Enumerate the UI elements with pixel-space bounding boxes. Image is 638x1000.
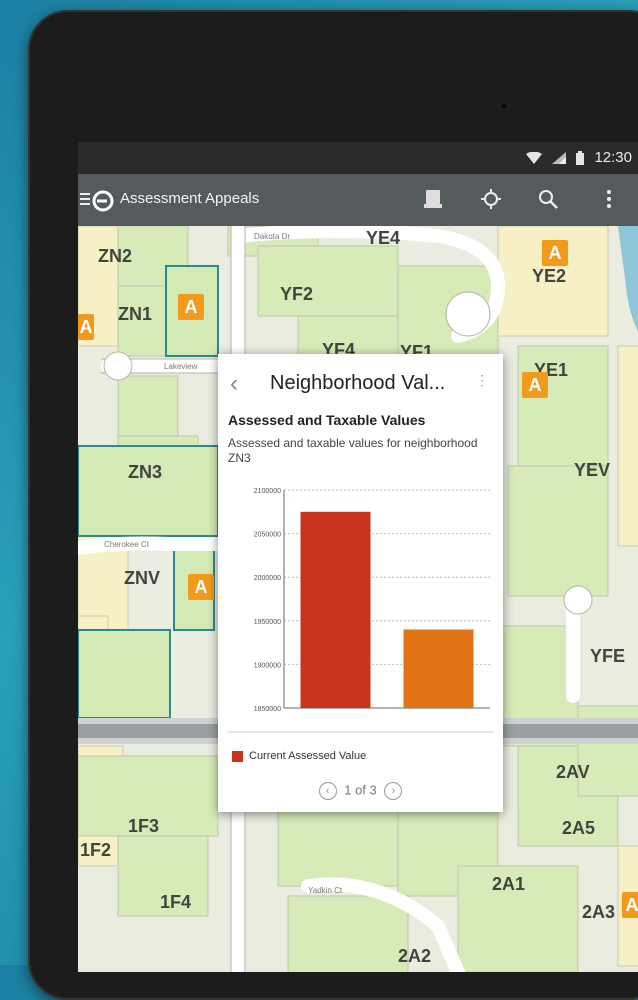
legend-swatch bbox=[232, 750, 243, 762]
appeal-marker[interactable]: A bbox=[78, 314, 94, 340]
appeal-marker[interactable]: A bbox=[622, 892, 638, 918]
parcel-label: YE2 bbox=[532, 266, 567, 286]
status-time: 12:30 bbox=[594, 149, 632, 166]
parcel-label: 2A1 bbox=[492, 874, 526, 894]
y-tick-label: 1950000 bbox=[254, 619, 281, 626]
parcel-label: YEV bbox=[574, 460, 611, 480]
next-icon[interactable]: › bbox=[384, 782, 403, 800]
y-tick-label: 2100000 bbox=[254, 488, 281, 495]
y-tick-label: 2050000 bbox=[254, 532, 281, 539]
battery-icon bbox=[576, 150, 585, 165]
locate-icon[interactable] bbox=[480, 188, 502, 210]
popup-pager: ‹ 1 of 3 › bbox=[218, 782, 503, 800]
popup-title: Neighborhood Val... bbox=[270, 372, 446, 394]
parcel-label: YE4 bbox=[366, 228, 401, 248]
appeal-marker[interactable]: A bbox=[522, 372, 548, 398]
y-tick-label: 1900000 bbox=[254, 662, 281, 669]
y-tick-label: 2000000 bbox=[254, 575, 281, 582]
appeal-marker[interactable]: A bbox=[542, 240, 568, 266]
street-label: Cherokee Ct bbox=[104, 540, 149, 549]
parcel-label: 2A5 bbox=[562, 818, 596, 838]
signal-icon bbox=[552, 151, 567, 164]
assessed-values-chart: 1850000 1900000 1950000 2000000 2050000 21000… bbox=[228, 488, 493, 733]
appeal-marker[interactable]: A bbox=[188, 574, 214, 600]
popup-overflow-icon[interactable]: ⋮ bbox=[475, 372, 489, 389]
legend-label: Current Assessed Value bbox=[249, 750, 367, 762]
chart-description: Assessed and taxable values for neighbor… bbox=[228, 436, 478, 465]
parcel-label: 1F2 bbox=[80, 840, 112, 860]
parcel-label: ZN3 bbox=[128, 462, 163, 482]
back-icon[interactable]: ‹ bbox=[230, 370, 238, 398]
street-label: Lakeview bbox=[164, 362, 198, 371]
status-bar: 12:30 bbox=[78, 142, 638, 174]
app-logo-icon bbox=[92, 190, 114, 212]
wifi-icon bbox=[526, 151, 543, 164]
front-camera bbox=[499, 101, 509, 111]
parcel-label: ZNV bbox=[124, 568, 160, 588]
parcel-label: 2A2 bbox=[398, 946, 432, 966]
appeal-marker[interactable]: A bbox=[178, 294, 204, 320]
pager-text: 1 of 3 bbox=[344, 782, 377, 798]
bar bbox=[300, 511, 371, 708]
parcel-label: ZN1 bbox=[118, 304, 153, 324]
bar bbox=[403, 629, 474, 708]
chart-heading: Assessed and Taxable Values bbox=[228, 412, 426, 428]
overflow-icon[interactable] bbox=[606, 188, 612, 210]
parcel-label: 1F4 bbox=[160, 892, 192, 912]
street-label: Yadkin Ct bbox=[308, 886, 343, 895]
parcel-label: 2A3 bbox=[582, 902, 616, 922]
y-tick-label: 1850000 bbox=[254, 706, 281, 713]
app-title: Assessment Appeals bbox=[120, 190, 260, 207]
menu-icon[interactable] bbox=[80, 190, 92, 208]
parcel-label: 1F3 bbox=[128, 816, 160, 836]
basemap-icon[interactable] bbox=[424, 188, 444, 210]
parcel-label: YFE bbox=[590, 646, 626, 666]
parcel-label: ZN2 bbox=[98, 246, 133, 266]
previous-icon[interactable]: ‹ bbox=[318, 782, 337, 800]
app-bar: Assessment Appeals bbox=[78, 174, 638, 226]
neighborhood-popup: ‹ Neighborhood Val... ⋮ Assessed and Tax… bbox=[218, 354, 503, 812]
parcel-label: YF2 bbox=[280, 284, 314, 304]
chart-legend: Current Assessed Value bbox=[232, 750, 366, 762]
street-label: Dakota Dr bbox=[254, 232, 291, 241]
search-icon[interactable] bbox=[537, 188, 559, 210]
parcel-label: 2AV bbox=[556, 762, 590, 782]
